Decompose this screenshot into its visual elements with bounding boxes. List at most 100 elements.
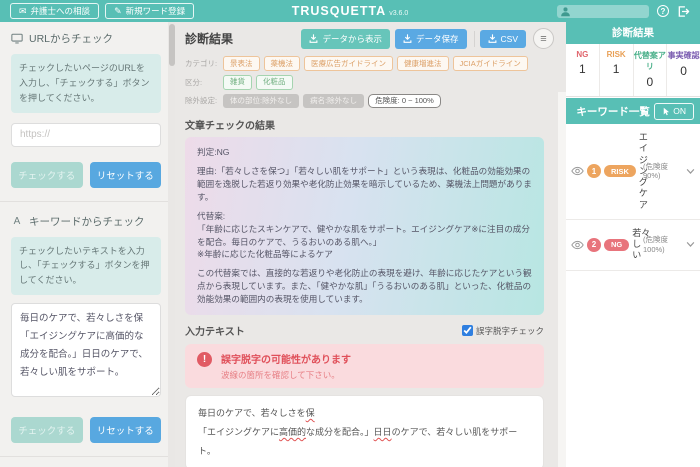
page-title: 診断結果 bbox=[185, 30, 296, 47]
question-icon: ? bbox=[661, 7, 666, 16]
item-risk-percent: (危険度90%) bbox=[643, 162, 683, 181]
typo-highlight: 保 bbox=[306, 408, 315, 418]
url-check-info: チェックしたいページのURLを入力し、「チェックする」ボタンを押してください。 bbox=[11, 54, 161, 113]
sidebar-scrollbar-thumb[interactable] bbox=[169, 24, 175, 66]
new-word-label: 新規ワード登録 bbox=[126, 6, 186, 16]
stat-alternative: 代替案アリ 0 bbox=[634, 44, 668, 96]
category-tag: JCIAガイドライン bbox=[453, 56, 528, 71]
item-keyword: エイジングケア bbox=[639, 132, 640, 211]
keyword-list-item[interactable]: 2 NG 若々しい (危険度100%) bbox=[566, 220, 700, 271]
keyword-check-button[interactable]: チェックする bbox=[11, 417, 83, 443]
consult-lawyer-button[interactable]: ✉ 弁護士への相談 bbox=[10, 3, 99, 20]
result-gradient-box: 判定:NG 理由:「若々しさを保つ」「若々しい肌をサポート」という表現は、化粧品… bbox=[185, 137, 544, 315]
logout-icon[interactable] bbox=[677, 5, 690, 18]
exclusion-tag: 体の部位:除外なし bbox=[223, 94, 299, 109]
download-icon bbox=[309, 34, 318, 43]
item-risk-percent: (危険度100%) bbox=[643, 235, 683, 254]
hamburger-icon: ≡ bbox=[540, 33, 546, 45]
item-keyword: 若々しい bbox=[632, 228, 640, 262]
right-panel: 診断結果 NG 1 RISK 1 代替案アリ 0 事実確認 0 キーワード一覧 … bbox=[566, 22, 700, 467]
sidebar-scrollbar[interactable] bbox=[168, 22, 175, 467]
keyword-list-title: キーワード一覧 bbox=[572, 104, 654, 119]
alternative-label: 代替案: bbox=[197, 210, 532, 223]
checked-text-line2: 「エイジングケアに高価的な成分を配合。」日日のケアで、若々しい肌をサポート。 bbox=[198, 423, 531, 461]
keyword-list-item[interactable]: 1 RISK エイジングケア (危険度90%) bbox=[566, 124, 700, 220]
category-tag: 健康増進法 bbox=[397, 56, 449, 71]
stat-ng: NG 1 bbox=[566, 44, 600, 96]
app-logo: TRUSQUETTA bbox=[292, 4, 387, 18]
url-reset-button[interactable]: リセットする bbox=[90, 162, 162, 188]
show-from-data-button[interactable]: データから表示 bbox=[301, 29, 390, 49]
keyword-textarea[interactable]: 毎日のケアで、若々しさを保 「エイジングケアに高価的な成分を配合。」日日のケアで… bbox=[11, 303, 161, 397]
url-check-section-title: URLからチェック bbox=[11, 31, 161, 46]
pencil-icon: ✎ bbox=[114, 6, 122, 17]
item-number-badge: 2 bbox=[587, 238, 601, 252]
stat-factcheck: 事実確認 0 bbox=[667, 44, 700, 96]
alert-subtitle: 波線の箇所を確認して下さい。 bbox=[221, 369, 351, 381]
category-tag: 景表法 bbox=[223, 56, 260, 71]
main-scrollbar[interactable] bbox=[558, 92, 566, 467]
stat-risk: RISK 1 bbox=[600, 44, 634, 96]
menu-button[interactable]: ≡ bbox=[533, 28, 554, 49]
help-button[interactable]: ? bbox=[657, 5, 669, 17]
reason-text: 理由:「若々しさを保つ」「若々しい肌をサポート」という表現は、化粧品の効能効果の… bbox=[197, 165, 532, 204]
download-icon bbox=[403, 34, 412, 43]
typo-check-checkbox[interactable] bbox=[462, 325, 473, 336]
sidebar-divider bbox=[0, 201, 175, 202]
category-tag: 薬機法 bbox=[264, 56, 301, 71]
keyword-check-info: チェックしたいテキストを入力し、「チェックする」ボタンを押してください。 bbox=[11, 237, 161, 296]
main-panel: 診断結果 データから表示 データ保存 CSV ≡ カテゴリ: 景表法 薬機法 医… bbox=[175, 22, 566, 467]
alternative-note: ※年齢に応じた化粧品等によるケア bbox=[197, 248, 532, 261]
left-sidebar: URLからチェック チェックしたいページのURLを入力し、「チェックする」ボタン… bbox=[0, 22, 175, 467]
explanation-text: この代替案では、直接的な若返りや老化防止の表現を避け、年齢に応じたケアという観点… bbox=[197, 267, 532, 306]
eye-icon[interactable] bbox=[571, 166, 584, 176]
save-data-button[interactable]: データ保存 bbox=[395, 29, 467, 49]
division-label: 区分: bbox=[185, 77, 219, 88]
diagnosis-result-header: 診断結果 bbox=[566, 22, 700, 44]
download-icon bbox=[488, 34, 497, 43]
new-word-button[interactable]: ✎ 新規ワード登録 bbox=[105, 3, 194, 20]
url-input[interactable] bbox=[11, 123, 161, 147]
item-level-badge: NG bbox=[604, 239, 629, 251]
checked-text-box: 毎日のケアで、若々しさを保 「エイジングケアに高価的な成分を配合。」日日のケアで… bbox=[185, 395, 544, 467]
eye-icon[interactable] bbox=[571, 240, 584, 250]
input-text-title: 入力テキスト bbox=[185, 323, 462, 338]
pointer-icon bbox=[662, 107, 670, 116]
item-level-badge: RISK bbox=[604, 165, 636, 177]
text-check-result-title: 文章チェックの結果 bbox=[185, 117, 554, 132]
exclusion-tag: 病名:除外なし bbox=[303, 94, 364, 109]
category-label: カテゴリ: bbox=[185, 58, 219, 69]
exclusion-label: 除外設定: bbox=[185, 95, 219, 106]
category-tag: 医療広告ガイドライン bbox=[304, 56, 393, 71]
user-icon bbox=[560, 6, 571, 17]
warning-icon: ! bbox=[197, 352, 212, 367]
sidebar-divider bbox=[0, 456, 175, 457]
typo-check-label: 誤字脱字チェック bbox=[476, 325, 544, 337]
alert-title: 誤字脱字の可能性があります bbox=[221, 351, 351, 366]
keyword-reset-button[interactable]: リセットする bbox=[90, 417, 162, 443]
typo-alert: ! 誤字脱字の可能性があります 波線の箇所を確認して下さい。 bbox=[185, 344, 544, 388]
division-tag: 雑貨 bbox=[223, 75, 252, 90]
item-number-badge: 1 bbox=[587, 164, 601, 178]
stats-summary: NG 1 RISK 1 代替案アリ 0 事実確認 0 bbox=[566, 44, 700, 97]
chevron-down-icon[interactable] bbox=[686, 168, 695, 175]
keyword-list-header: キーワード一覧 ON bbox=[566, 98, 700, 124]
highlight-on-toggle[interactable]: ON bbox=[654, 103, 694, 120]
judgement-text: 判定:NG bbox=[197, 146, 532, 159]
consult-lawyer-label: 弁護士への相談 bbox=[31, 6, 91, 16]
division-tag: 化粧品 bbox=[256, 75, 293, 90]
csv-button[interactable]: CSV bbox=[480, 30, 526, 48]
envelope-icon: ✉ bbox=[19, 6, 27, 17]
typo-check-toggle[interactable]: 誤字脱字チェック bbox=[462, 325, 544, 337]
keyword-check-section-title: A キーワードからチェック bbox=[11, 214, 161, 229]
chevron-down-icon[interactable] bbox=[686, 241, 695, 248]
letter-a-icon: A bbox=[11, 216, 23, 227]
risk-range-tag: 危険度: 0 ~ 100% bbox=[368, 94, 441, 109]
app-version: v3.6.0 bbox=[389, 10, 408, 17]
monitor-icon bbox=[11, 33, 23, 44]
app-header: ✉ 弁護士への相談 ✎ 新規ワード登録 TRUSQUETTAv3.6.0 ? bbox=[0, 0, 700, 22]
typo-highlight: 日日 bbox=[374, 427, 392, 437]
account-box[interactable] bbox=[557, 5, 649, 18]
url-check-button[interactable]: チェックする bbox=[11, 162, 83, 188]
toolbar-separator bbox=[474, 31, 475, 47]
